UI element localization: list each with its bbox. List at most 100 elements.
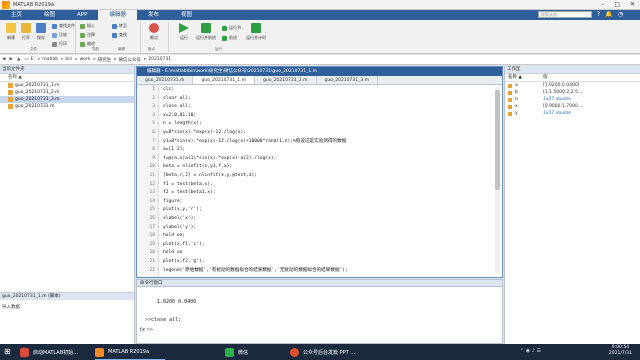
workspace-row[interactable]: x [0.9000;1.7000...: [505, 103, 640, 110]
ribbon-tabs: 主页 绘图 APP 编辑器 发布 视图 搜索文档 ? 🔔 ◔: [0, 10, 640, 20]
window-title: MATLAB R2019a: [13, 1, 55, 8]
workspace-name-header[interactable]: 名称 ▲: [505, 74, 543, 81]
line-marker[interactable]: -: [157, 232, 160, 241]
taskbar: ⊞ 启动MATLAB初始... MATLAB R2019a 微信 公众号后台发篇…: [0, 344, 640, 360]
workspace-value-header[interactable]: 值: [543, 74, 640, 81]
breadcrumb-wechat[interactable]: 微信公众号: [119, 57, 142, 63]
line-marker[interactable]: -: [157, 258, 160, 267]
taskbar-item[interactable]: 启动MATLAB初始...: [20, 346, 78, 358]
line-marker[interactable]: -: [157, 112, 160, 121]
tab-home[interactable]: 主页: [0, 10, 33, 20]
save-button[interactable]: 保存: [34, 23, 48, 41]
comment-button[interactable]: 注释: [80, 32, 95, 38]
editor-tab[interactable]: guo_20210731_2.m: [255, 76, 317, 84]
tab-editor[interactable]: 编辑器: [98, 10, 137, 20]
taskbar-item-wechat[interactable]: 微信: [225, 346, 248, 358]
browse-folder-icon[interactable]: ▭: [24, 57, 28, 62]
line-marker[interactable]: -: [157, 181, 160, 190]
workspace-row[interactable]: n 1x37 double: [505, 96, 640, 103]
breadcrumb-graduate[interactable]: 研究生: [98, 57, 112, 63]
user-icon[interactable]: ◔: [617, 11, 624, 18]
back-icon[interactable]: ◀: [2, 57, 5, 62]
play-icon: [179, 23, 189, 33]
variable-icon: [508, 104, 512, 109]
line-marker[interactable]: -: [157, 86, 160, 95]
tab-publish[interactable]: 发布: [137, 10, 170, 20]
find-files-button[interactable]: 查找文件: [52, 23, 75, 29]
breadcrumb-separator: ▸: [38, 57, 41, 62]
insert-icon: [80, 23, 85, 29]
new-button[interactable]: 新建: [4, 23, 18, 41]
taskbar-item-ppt[interactable]: 公众号后台发篇 PPT ...: [290, 346, 355, 358]
line-marker[interactable]: -: [157, 103, 160, 112]
find-button[interactable]: 查找: [112, 32, 127, 38]
advance-button[interactable]: 前进: [222, 35, 237, 41]
windows-start-icon[interactable]: ⊞: [4, 347, 11, 356]
line-marker[interactable]: -: [157, 241, 160, 250]
file-details-title[interactable]: guo_20210731_1.m (脚本): [0, 292, 134, 300]
taskbar-item-matlab[interactable]: MATLAB R2019a: [95, 346, 149, 358]
line-marker[interactable]: -: [157, 163, 160, 172]
line-marker[interactable]: -: [157, 267, 160, 276]
line-marker[interactable]: -: [157, 224, 160, 233]
breadcrumb-drive[interactable]: E:: [31, 57, 35, 62]
editor-scrollbar-thumb[interactable]: [495, 90, 500, 190]
open-button[interactable]: 打开: [19, 23, 33, 41]
file-item[interactable]: guo_20210731_2.m: [0, 89, 134, 96]
line-marker[interactable]: -: [157, 138, 160, 147]
name-column-header[interactable]: 名称 ▲: [0, 74, 134, 82]
workspace-row[interactable]: b [1;1.5000;2;2.5...: [505, 89, 640, 96]
run-time-button[interactable]: 运行并计时: [246, 23, 266, 41]
editor-tab[interactable]: guo_20210731_3.m: [317, 76, 379, 84]
line-marker[interactable]: -: [157, 95, 160, 104]
breadcrumb-date[interactable]: 20210731: [148, 57, 171, 62]
tray-icons[interactable]: ⌃ ◉ ♪ ☰: [520, 348, 541, 354]
system-clock[interactable]: 9:00:54 2021/7/31: [609, 345, 632, 357]
command-window[interactable]: 1.0200 0.0400 >> close all; fx >>: [136, 287, 503, 344]
breadcrumb-matlab[interactable]: matlab: [42, 57, 58, 62]
tab-apps[interactable]: APP: [66, 10, 98, 20]
goto-button[interactable]: 转至: [112, 23, 127, 29]
maximize-button[interactable]: □: [614, 1, 620, 8]
up-folder-icon[interactable]: ▲: [17, 57, 20, 62]
command-input-line[interactable]: fx >>: [139, 327, 153, 333]
workspace-row[interactable]: y 1x37 double: [505, 110, 640, 117]
line-marker[interactable]: -: [157, 198, 160, 207]
close-button[interactable]: ✕: [630, 1, 635, 8]
insert-button[interactable]: 插入: [80, 23, 95, 29]
search-docs-input[interactable]: 搜索文档: [538, 11, 592, 18]
line-marker[interactable]: -: [157, 129, 160, 138]
line-marker[interactable]: -: [157, 215, 160, 224]
line-marker[interactable]: -: [157, 146, 160, 155]
minimize-button[interactable]: –: [601, 1, 604, 8]
tab-view[interactable]: 视图: [170, 10, 203, 20]
breakpoint-button[interactable]: 断点: [146, 23, 162, 41]
file-item[interactable]: guo_20210731_1.m: [0, 82, 134, 89]
code-text: legend('原始数据','有扰动的数据拟合的结果数据','无扰动的数据拟合的…: [163, 267, 348, 273]
tab-plots[interactable]: 绘图: [33, 10, 66, 20]
workspace-row[interactable]: a [1.0200,0.0400]: [505, 82, 640, 89]
run-advance-button[interactable]: 运行并前进: [196, 23, 216, 41]
run-button[interactable]: 运行: [176, 23, 192, 41]
file-item-selected[interactable]: guo_20210731_3.m: [0, 96, 134, 103]
bell-icon[interactable]: 🔔: [605, 11, 612, 18]
line-marker[interactable]: -: [157, 206, 160, 215]
group-run-label: 运行: [215, 47, 222, 51]
file-item[interactable]: guo_20210731.m: [0, 103, 134, 110]
line-marker[interactable]: -: [157, 249, 160, 258]
run-time-icon: [251, 23, 261, 33]
editor-tab[interactable]: guo_20210731.m: [137, 76, 194, 84]
line-marker[interactable]: -: [157, 189, 160, 198]
forward-icon[interactable]: ▶: [9, 57, 12, 62]
help-icon[interactable]: ?: [595, 11, 602, 18]
line-marker[interactable]: -: [157, 172, 160, 181]
compare-button[interactable]: 比较: [52, 32, 67, 38]
print-button[interactable]: 打印: [52, 41, 67, 47]
code-area[interactable]: 1- clc; 2- clear all; 3- close all; 4- x=2:0.01…: [137, 85, 502, 277]
line-marker[interactable]: -: [157, 120, 160, 129]
line-marker[interactable]: -: [157, 155, 160, 164]
breadcrumb-bin[interactable]: bin: [65, 57, 72, 62]
run-section-button[interactable]: 运行节: [222, 25, 241, 31]
editor-tab-active[interactable]: guo_20210731_1.m: [193, 76, 255, 84]
breadcrumb-work[interactable]: work: [80, 57, 91, 62]
